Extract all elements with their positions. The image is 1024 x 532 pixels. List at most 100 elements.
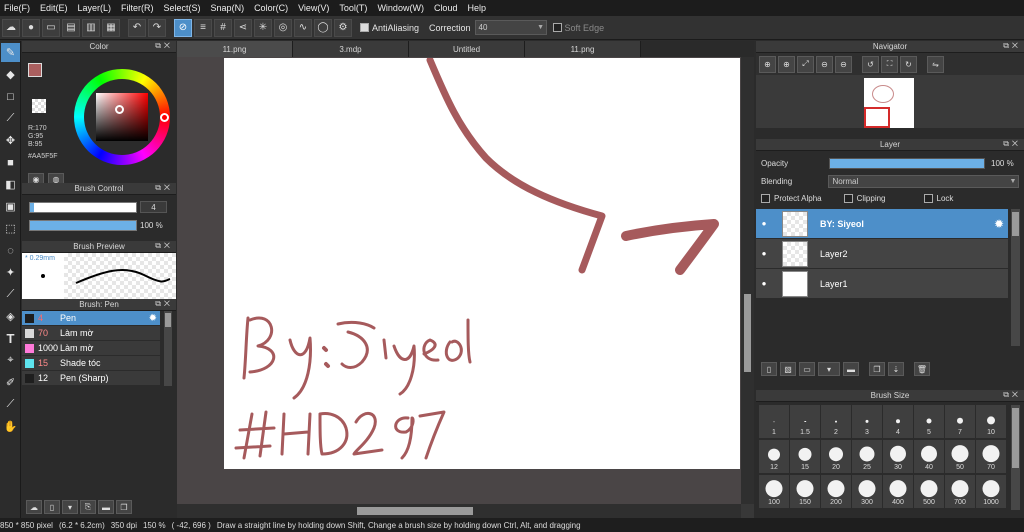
correction-select[interactable]: 40 ▼ [474,20,547,35]
layer-row[interactable]: ● Layer1 [756,269,1008,299]
tab-11-png[interactable]: 11.png [177,41,293,57]
lasso-tool-icon[interactable]: ◌ [1,241,20,260]
panel-controls-icon[interactable]: ⧉✕ [1003,41,1021,51]
menu-color[interactable]: Color(C) [250,3,294,13]
brush-size-cell[interactable]: 25 [852,440,882,473]
brush-size-slider[interactable] [29,202,137,213]
zoom-in-2-icon[interactable]: ⊕ [778,55,795,73]
menu-layer[interactable]: Layer(L) [74,3,118,13]
folder-icon[interactable]: ▬ [98,500,114,514]
layer-opacity-slider[interactable] [829,157,985,169]
sv-picker-knob[interactable] [115,105,124,114]
rotate-right-icon[interactable]: ↻ [900,55,917,73]
snap-off-icon[interactable]: ⊘ [174,18,192,37]
navigator-viewport-rect[interactable] [864,107,890,128]
layer-list-scrollbar[interactable] [1011,209,1020,346]
brush-opacity-slider[interactable] [29,220,137,231]
brush-size-cell[interactable]: 1.5 [790,405,820,438]
brush-list-scrollbar[interactable] [164,311,172,386]
tab-11-png-2[interactable]: 11.png [525,41,641,57]
zoom-actual-icon[interactable]: ⊖ [835,55,852,73]
redo-icon[interactable]: ↷ [148,18,166,37]
panel-controls-icon[interactable]: ⧉✕ [1003,139,1021,149]
gear-icon[interactable]: ✹ [149,313,157,324]
merge-layer-icon[interactable]: ⇣ [888,362,904,376]
brush-size-cell[interactable]: 4 [883,405,913,438]
layout-icon[interactable]: ▥ [82,18,100,37]
snap-parallel-icon[interactable]: ≡ [194,18,212,37]
hand-scroll-tool-icon[interactable]: ⌖ [1,351,20,370]
brush-size-cell[interactable]: 150 [790,475,820,508]
panel-icon[interactable]: ▤ [62,18,80,37]
menu-edit[interactable]: Edit(E) [36,3,74,13]
menu-tool[interactable]: Tool(T) [335,3,373,13]
menu-help[interactable]: Help [463,3,492,13]
new-halftone-layer-icon[interactable]: ▧ [780,362,796,376]
brush-size-cell[interactable]: 400 [883,475,913,508]
brush-size-scrollbar[interactable] [1011,405,1020,510]
magic-wand-tool-icon[interactable]: ✦ [1,263,20,282]
brush-tool-icon[interactable]: ✎ [1,43,20,62]
tab-untitled[interactable]: Untitled [409,41,525,57]
brush-size-cell[interactable]: 500 [914,475,944,508]
snap-vanishing-icon[interactable]: ⋖ [234,18,252,37]
duplicate-layer-icon[interactable]: ❐ [869,362,885,376]
undo-icon[interactable]: ↶ [128,18,146,37]
snap-radial-icon[interactable]: ✳ [254,18,272,37]
rectangle-tool-icon[interactable]: □ [1,87,20,106]
brush-size-cell[interactable]: 5 [914,405,944,438]
menu-view[interactable]: View(V) [294,3,335,13]
flip-horizontal-icon[interactable]: ⇋ [927,55,944,73]
brush-size-cell[interactable]: 30 [883,440,913,473]
brush-size-cell[interactable]: 1 [759,405,789,438]
brush-size-cell[interactable]: 100 [759,475,789,508]
brush-size-cell[interactable]: 70 [976,440,1006,473]
gear-icon[interactable]: ✹ [994,217,1004,231]
menu-select[interactable]: Select(S) [160,3,207,13]
menu-window[interactable]: Window(W) [373,3,430,13]
cloud-brush-icon[interactable]: ☁ [26,500,42,514]
brush-list-item[interactable]: 70 Làm mờ [22,326,160,341]
snap-ellipse-icon[interactable]: ◯ [314,18,332,37]
brush-size-cell[interactable]: 7 [945,405,975,438]
brush-list-item[interactable]: 12 Pen (Sharp) [22,371,160,386]
brush-list-item[interactable]: 1000 Làm mờ [22,341,160,356]
tab-3-mdp[interactable]: 3.mdp [293,41,409,57]
add-brush-icon[interactable]: ▾ [62,500,78,514]
panel-controls-icon[interactable]: ⧉✕ [155,241,173,251]
select-tool-icon[interactable]: ⬚ [1,219,20,238]
zoom-in-icon[interactable]: ⊕ [759,55,776,73]
snap-curve-icon[interactable]: ∿ [294,18,312,37]
protect-alpha-checkbox[interactable] [761,193,770,203]
snap-settings-icon[interactable]: ⚙ [334,18,352,37]
delete-layer-icon[interactable]: 🗑 [914,362,930,376]
canvas-vertical-scrollbar[interactable] [741,57,754,504]
visibility-icon[interactable]: ● [756,279,772,288]
brush-size-cell[interactable]: 15 [790,440,820,473]
snap-crisscross-icon[interactable]: # [214,18,232,37]
copy-brush-icon[interactable]: ⎘ [80,500,96,514]
pencil-tool-icon[interactable]: ✐ [1,373,20,392]
brush-size-cell[interactable]: 20 [821,440,851,473]
antialiasing-checkbox[interactable] [360,23,369,32]
foreground-color-swatch[interactable] [28,63,42,77]
brush-size-cell[interactable]: 300 [852,475,882,508]
drawing-paper[interactable] [224,56,740,469]
line-tool-icon[interactable]: ⟋ [1,109,20,128]
menu-cloud[interactable]: Cloud [430,3,464,13]
gradient-tool-icon[interactable]: ▣ [1,197,20,216]
text-tool-icon[interactable]: T [1,329,20,348]
brush-size-cell[interactable]: 2 [821,405,851,438]
select-eraser-tool-icon[interactable]: ◈ [1,307,20,326]
new-8bit-layer-icon[interactable]: ▭ [799,362,815,376]
comment-icon[interactable]: ● [22,18,40,37]
brush-list-item[interactable]: 15 Shade tóc [22,356,160,371]
blending-select[interactable]: Normal ▼ [828,174,1019,188]
visibility-icon[interactable]: ● [756,249,772,258]
brush-list-item[interactable]: 4 Pen ✹ [22,311,160,326]
bucket-tool-icon[interactable]: ◧ [1,175,20,194]
panel-controls-icon[interactable]: ⧉✕ [1003,390,1021,400]
snap-circle-icon[interactable]: ◎ [274,18,292,37]
menu-filter[interactable]: Filter(R) [117,3,160,13]
menu-snap[interactable]: Snap(N) [207,3,251,13]
